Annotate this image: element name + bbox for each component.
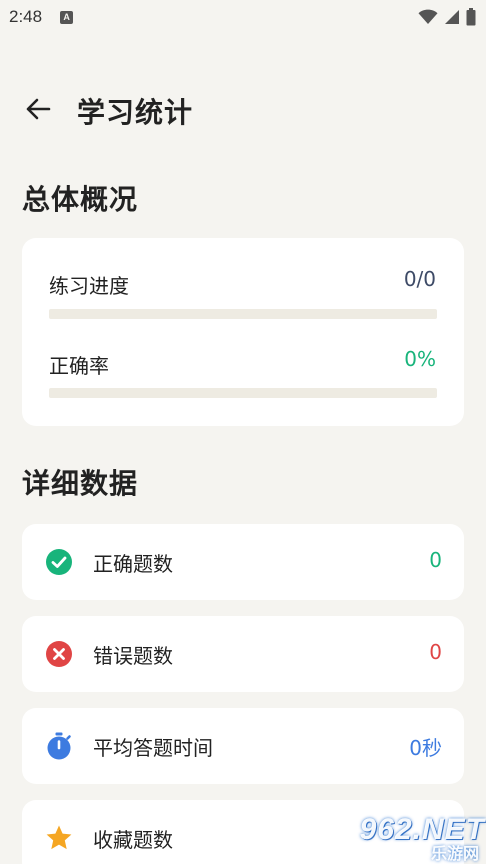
- correct-count-label: 正确题数: [93, 552, 173, 576]
- practice-progress-value: 0/0: [403, 267, 436, 291]
- favorites-count-label: 收藏题数: [93, 828, 173, 852]
- page-title: 学习统计: [77, 96, 194, 129]
- accuracy-value: 0%: [404, 347, 436, 371]
- notification-icon: A: [60, 10, 74, 24]
- status-time: 2:48: [9, 7, 43, 26]
- correct-count-value: 0: [429, 548, 442, 572]
- avg-time-value: 0秒: [409, 736, 442, 760]
- status-bar: 2:48 A: [0, 0, 486, 34]
- correct-count-card[interactable]: 正确题数 0: [22, 524, 464, 600]
- signal-icon: [445, 10, 459, 24]
- back-button[interactable]: [22, 93, 54, 125]
- accuracy-label: 正确率: [49, 354, 109, 378]
- accuracy-progress-bar: [49, 388, 437, 398]
- wrong-count-label: 错误题数: [93, 644, 173, 668]
- overview-card: 练习进度 0/0 正确率 0%: [22, 238, 464, 426]
- battery-icon: [466, 8, 476, 26]
- wrong-count-card[interactable]: 错误题数 0: [22, 616, 464, 692]
- wrong-count-value: 0: [429, 640, 442, 664]
- x-circle-icon: [45, 640, 73, 668]
- watermark-brand: 962.NET: [359, 813, 485, 846]
- wifi-icon: [418, 9, 438, 24]
- watermark-logo: 962.NET 乐游网: [347, 814, 485, 864]
- app-bar: 学习统计: [0, 78, 486, 138]
- watermark-sub: 乐游网: [430, 844, 479, 863]
- arrow-left-icon: [26, 98, 51, 120]
- star-icon: [45, 824, 73, 852]
- stopwatch-icon: [45, 732, 73, 760]
- details-section-title: 详细数据: [22, 467, 139, 500]
- practice-progress-label: 练习进度: [49, 274, 129, 298]
- overview-section-title: 总体概况: [22, 183, 139, 216]
- check-circle-icon: [45, 548, 73, 576]
- status-icons: [418, 8, 476, 26]
- practice-progress-bar: [49, 309, 437, 319]
- avg-time-label: 平均答题时间: [93, 736, 213, 760]
- avg-time-card[interactable]: 平均答题时间 0秒: [22, 708, 464, 784]
